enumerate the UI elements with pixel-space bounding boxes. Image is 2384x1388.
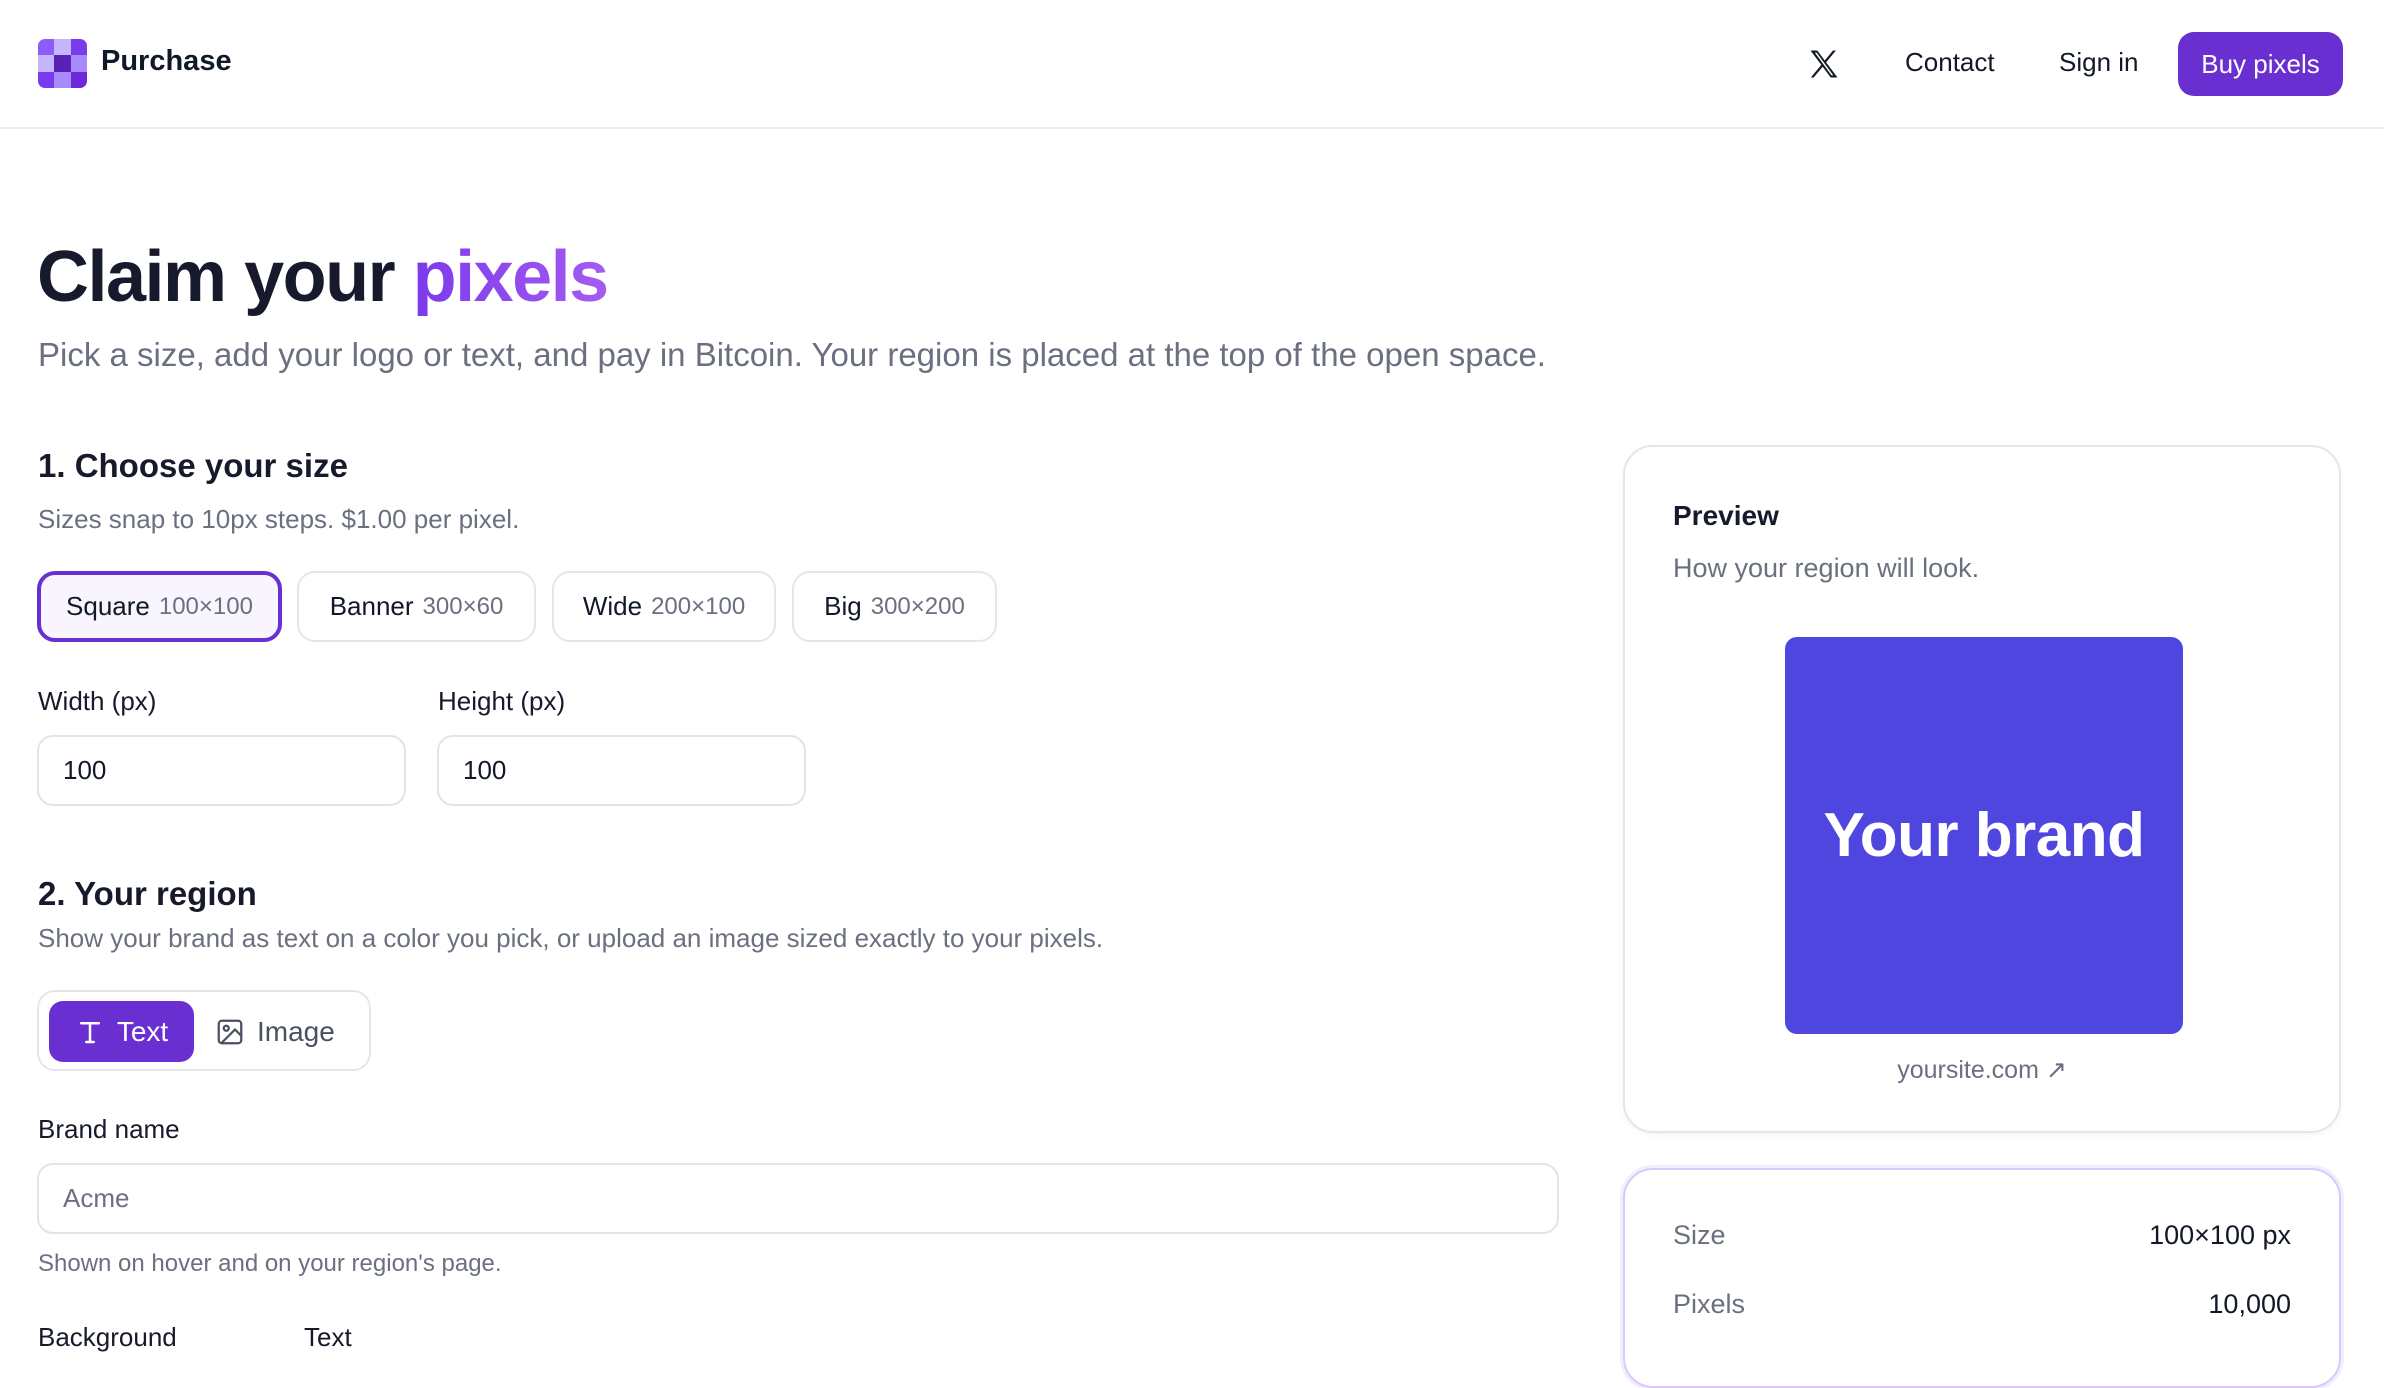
size-preset-square[interactable]: Square 100×100 xyxy=(37,571,282,642)
pixel-grid-logo[interactable] xyxy=(38,39,87,88)
region-section-description: Show your brand as text on a color you p… xyxy=(38,923,1104,953)
region-link[interactable]: yoursite.com ↗ xyxy=(1625,1055,2339,1085)
size-preset-big[interactable]: Big 300×200 xyxy=(792,571,997,642)
size-preset-banner[interactable]: Banner 300×60 xyxy=(297,571,536,642)
height-input[interactable]: 100 xyxy=(437,735,806,806)
preset-dims: 100×100 xyxy=(158,592,253,620)
preset-dims: 200×100 xyxy=(651,592,746,620)
summary-size-label: Size xyxy=(1673,1220,1726,1250)
mode-image-label: Image xyxy=(257,1015,335,1047)
preset-dims: 300×60 xyxy=(422,592,504,620)
buy-pixels-button[interactable]: Buy pixels xyxy=(2178,32,2343,96)
region-mode-toggle: Text Image xyxy=(37,990,371,1071)
text-color-label: Text xyxy=(304,1322,352,1352)
brand-name-input[interactable]: Acme xyxy=(37,1163,1559,1234)
nav-sign-in-link[interactable]: Sign in xyxy=(2059,47,2139,78)
background-color-label: Background xyxy=(38,1322,177,1352)
order-summary-card: Size 100×100 px Pixels 10,000 xyxy=(1623,1168,2341,1388)
page-subtitle: Pick a size, add your logo or text, and … xyxy=(38,336,1546,373)
x-twitter-icon[interactable] xyxy=(1806,46,1842,82)
width-label: Width (px) xyxy=(38,686,157,716)
preset-name: Square xyxy=(66,591,150,621)
preview-title: Preview xyxy=(1673,500,1779,531)
summary-size-value: 100×100 px xyxy=(2149,1220,2291,1250)
brand-name-label: Brand name xyxy=(38,1114,180,1144)
size-preset-wide[interactable]: Wide 200×100 xyxy=(552,571,776,642)
region-section-heading: 2. Your region xyxy=(38,875,257,912)
region-preview: Your brand xyxy=(1785,637,2183,1034)
preset-name: Wide xyxy=(582,591,643,621)
preset-name: Big xyxy=(824,591,862,621)
preset-dims: 300×200 xyxy=(870,592,965,620)
top-nav-bar: Purchase Contact Sign in Buy pixels xyxy=(0,0,2384,129)
summary-pixels-value: 10,000 xyxy=(2208,1289,2291,1319)
height-label: Height (px) xyxy=(438,686,566,716)
brand-name-help: Shown on hover and on your region's page… xyxy=(38,1250,502,1277)
text-icon xyxy=(79,1021,100,1043)
image-icon xyxy=(217,1019,243,1044)
mode-text-button[interactable]: Text xyxy=(49,1001,194,1062)
title-accent: pixels xyxy=(412,237,610,317)
size-section-heading: 1. Choose your size xyxy=(38,447,348,484)
summary-pixels-label: Pixels xyxy=(1673,1289,1746,1319)
nav-contact-link[interactable]: Contact xyxy=(1905,47,1995,78)
preview-subtitle: How your region will look. xyxy=(1673,553,1980,583)
width-input[interactable]: 100 xyxy=(37,735,406,806)
title-main: Claim your xyxy=(37,237,396,317)
preset-name: Banner xyxy=(329,591,414,621)
mode-image-button[interactable]: Image xyxy=(215,1001,360,1062)
mode-text-label: Text xyxy=(116,1015,169,1047)
preview-card: Preview How your region will look. Your … xyxy=(1623,445,2341,1133)
size-section-hint: Sizes snap to 10px steps. $1.00 per pixe… xyxy=(38,504,520,534)
page-title: Claim your pixels xyxy=(37,236,610,318)
app-name[interactable]: Purchase xyxy=(101,45,232,78)
